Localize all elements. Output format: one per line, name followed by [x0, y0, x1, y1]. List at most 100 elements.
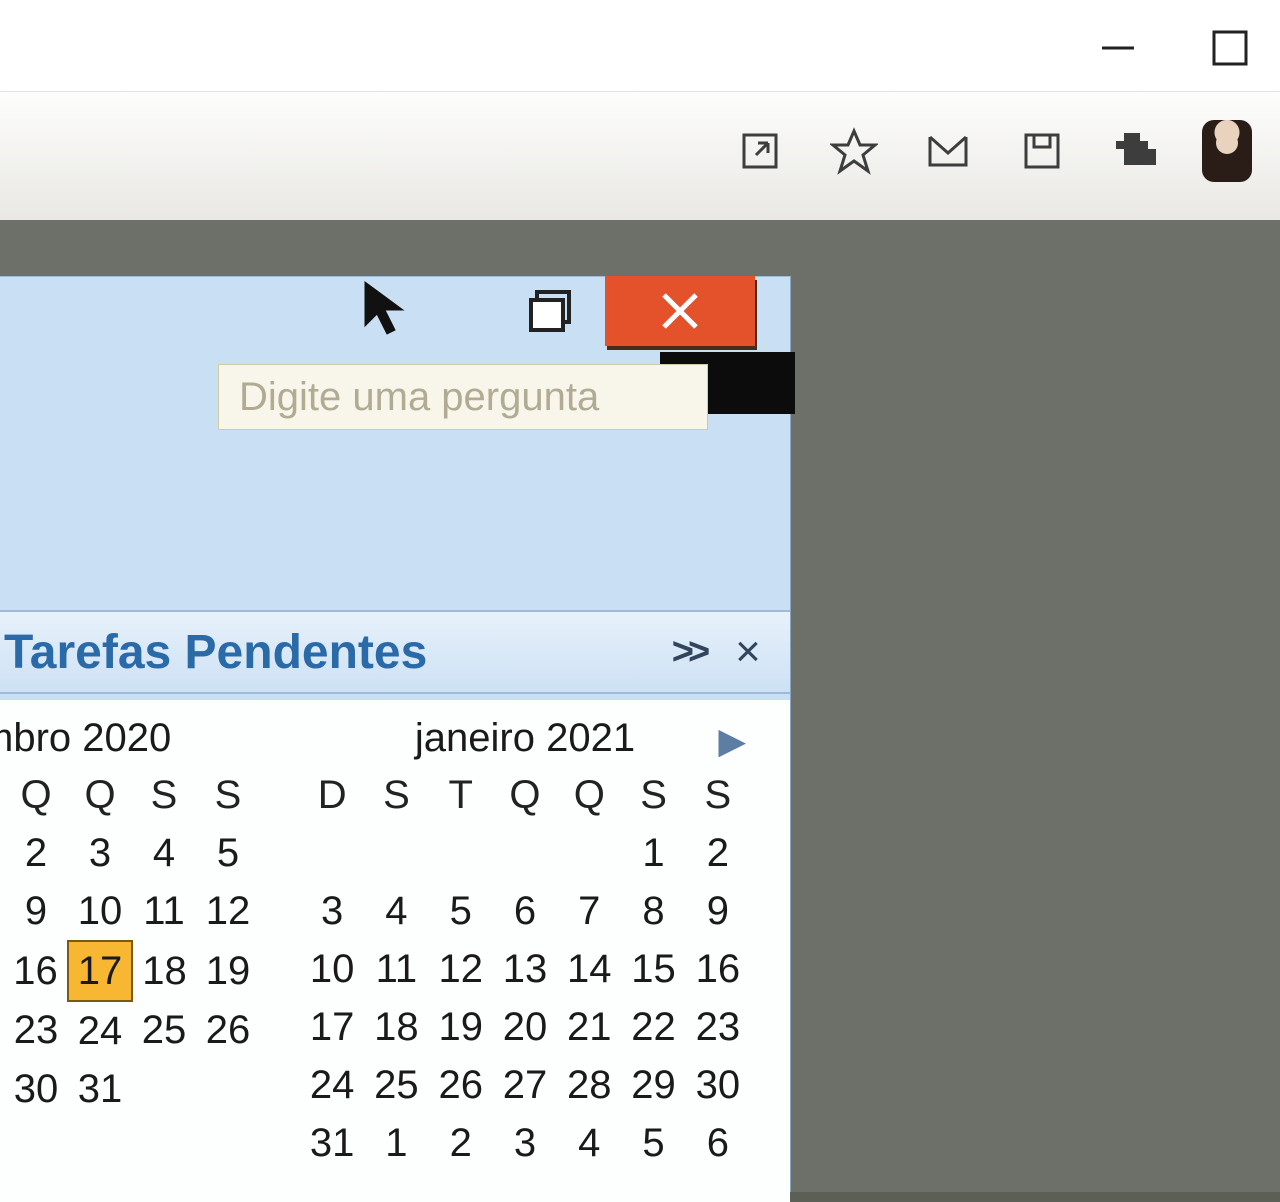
- calendar-day[interactable]: 16: [4, 941, 68, 1001]
- calendar-dow: Q: [557, 766, 621, 824]
- calendar-day[interactable]: 30: [4, 1060, 68, 1118]
- calendar-dow: T: [429, 766, 493, 824]
- os-titlebar: [0, 0, 1280, 92]
- calendar-day: [196, 1060, 260, 1118]
- calendar-day[interactable]: 27: [493, 1056, 557, 1114]
- app-restore-button[interactable]: [495, 276, 605, 346]
- calendar-day[interactable]: 15: [621, 940, 685, 998]
- calendar-dow: S: [196, 766, 260, 824]
- calendar-day[interactable]: 18: [132, 941, 196, 1001]
- calendar-day[interactable]: 11: [364, 940, 428, 998]
- help-search-box[interactable]: [218, 364, 708, 430]
- calendar-day[interactable]: 17: [68, 941, 132, 1001]
- calendar-day[interactable]: 29: [621, 1056, 685, 1114]
- calendar-day: [300, 824, 364, 882]
- calendar-dow: Q: [493, 766, 557, 824]
- calendar-day[interactable]: 4: [557, 1114, 621, 1172]
- star-icon[interactable]: [826, 123, 882, 179]
- minimize-button[interactable]: [1096, 26, 1140, 70]
- app-window-controls: [355, 276, 755, 346]
- calendar-dow: S: [364, 766, 428, 824]
- save-box-icon[interactable]: [1014, 123, 1070, 179]
- calendar-day[interactable]: 3: [300, 882, 364, 940]
- panel-title: Tarefas Pendentes: [0, 625, 658, 680]
- calendar-dow: D: [300, 766, 364, 824]
- calendar-day[interactable]: 24: [68, 1001, 132, 1060]
- calendar-day[interactable]: 19: [429, 998, 493, 1056]
- calendar-dow: S: [621, 766, 685, 824]
- calendar-day[interactable]: 31: [68, 1060, 132, 1118]
- panel-close-button[interactable]: ×: [718, 627, 778, 677]
- maximize-button[interactable]: [1208, 26, 1252, 70]
- calendar-day[interactable]: 3: [68, 824, 132, 882]
- calendar-day[interactable]: 31: [300, 1114, 364, 1172]
- calendar-day[interactable]: 12: [429, 940, 493, 998]
- calendar-day[interactable]: 2: [4, 824, 68, 882]
- browser-toolbar: [0, 92, 1280, 220]
- calendar-day[interactable]: 16: [686, 940, 750, 998]
- calendar-day[interactable]: 24: [300, 1056, 364, 1114]
- calendar-day[interactable]: 30: [686, 1056, 750, 1114]
- calendar-day[interactable]: 7: [557, 882, 621, 940]
- calendar-day[interactable]: 5: [196, 824, 260, 882]
- calendar-dow: Q: [68, 766, 132, 824]
- window-controls: [1096, 26, 1252, 70]
- calendar-day[interactable]: 10: [68, 882, 132, 941]
- calendar-day: [429, 824, 493, 882]
- calendar-day[interactable]: 10: [300, 940, 364, 998]
- calendar-day[interactable]: 18: [364, 998, 428, 1056]
- calendar-day[interactable]: 23: [686, 998, 750, 1056]
- app-close-button[interactable]: [605, 276, 755, 346]
- calendar-day[interactable]: 25: [364, 1056, 428, 1114]
- extensions-icon[interactable]: [1108, 123, 1164, 179]
- help-search-input[interactable]: [237, 374, 707, 421]
- calendar-day[interactable]: 9: [4, 882, 68, 941]
- gmail-icon[interactable]: [920, 123, 976, 179]
- profile-avatar[interactable]: [1202, 120, 1252, 182]
- calendar-day[interactable]: 4: [132, 824, 196, 882]
- calendar-day[interactable]: 25: [132, 1001, 196, 1060]
- calendar-area: mbro 2020 TQQSS 123458910111215161718192…: [0, 700, 790, 1202]
- calendar-day: [557, 824, 621, 882]
- calendar-day[interactable]: 3: [493, 1114, 557, 1172]
- calendar-month-left: mbro 2020 TQQSS 123458910111215161718192…: [0, 710, 260, 1202]
- calendar-left-title-text: mbro 2020: [0, 716, 171, 761]
- panel-expand-button[interactable]: >>: [658, 631, 718, 674]
- calendar-day: [132, 1060, 196, 1118]
- calendar-day[interactable]: 26: [196, 1001, 260, 1060]
- calendar-day[interactable]: 20: [493, 998, 557, 1056]
- calendar-dow: S: [686, 766, 750, 824]
- calendar-day[interactable]: 6: [686, 1114, 750, 1172]
- calendar-day[interactable]: 22: [621, 998, 685, 1056]
- calendar-day[interactable]: 4: [364, 882, 428, 940]
- calendar-day[interactable]: 5: [429, 882, 493, 940]
- cursor-icon: [355, 276, 425, 346]
- calendar-day[interactable]: 28: [557, 1056, 621, 1114]
- calendar-day[interactable]: 8: [621, 882, 685, 940]
- calendar-day[interactable]: 5: [621, 1114, 685, 1172]
- calendar-day[interactable]: 17: [300, 998, 364, 1056]
- calendar-day[interactable]: 13: [493, 940, 557, 998]
- calendar-day: [493, 824, 557, 882]
- calendar-day[interactable]: 6: [493, 882, 557, 940]
- calendar-day[interactable]: 23: [4, 1001, 68, 1060]
- calendar-right-title: janeiro 2021 ▶: [300, 710, 750, 766]
- calendar-day[interactable]: 1: [621, 824, 685, 882]
- calendar-next-button[interactable]: ▶: [718, 720, 746, 762]
- calendar-day[interactable]: 14: [557, 940, 621, 998]
- calendar-right-grid[interactable]: DSTQQSS 12345678910111213141516171819202…: [300, 766, 750, 1172]
- calendar-day[interactable]: 2: [429, 1114, 493, 1172]
- calendar-day: [364, 824, 428, 882]
- calendar-left-grid[interactable]: TQQSS 1234589101112151617181922232425262…: [0, 766, 260, 1118]
- calendar-day[interactable]: 26: [429, 1056, 493, 1114]
- calendar-month-right: janeiro 2021 ▶ DSTQQSS 12345678910111213…: [300, 710, 750, 1202]
- calendar-day[interactable]: 12: [196, 882, 260, 941]
- calendar-day[interactable]: 19: [196, 941, 260, 1001]
- calendar-day[interactable]: 21: [557, 998, 621, 1056]
- calendar-day[interactable]: 1: [364, 1114, 428, 1172]
- calendar-dow: Q: [4, 766, 68, 824]
- share-icon[interactable]: [732, 123, 788, 179]
- calendar-day[interactable]: 9: [686, 882, 750, 940]
- calendar-day[interactable]: 2: [686, 824, 750, 882]
- calendar-day[interactable]: 11: [132, 882, 196, 941]
